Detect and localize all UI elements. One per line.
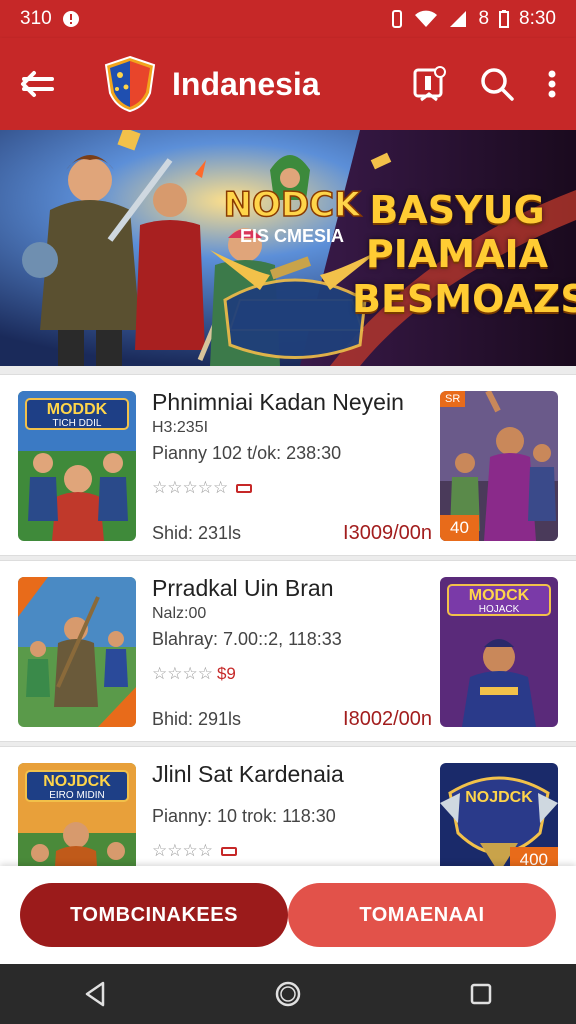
- banner-heading-line1: BASYUG: [369, 188, 545, 232]
- battery-level: 8: [478, 8, 490, 29]
- banner-logo-line1: NODCK: [224, 185, 363, 225]
- card-price: I3009/00n: [343, 522, 432, 544]
- rating-row: ☆☆☆☆ $9: [152, 664, 432, 684]
- nav-back-button[interactable]: [83, 981, 107, 1007]
- vibrate-icon: [392, 10, 403, 28]
- app-actions: [412, 66, 556, 102]
- search-button[interactable]: [480, 67, 514, 101]
- list-item[interactable]: Prradkal Uin Bran Nalz:00 Blahray: 7.00:…: [0, 560, 576, 742]
- card-price: I8002/00n: [343, 708, 432, 730]
- home-circle-icon: [275, 981, 301, 1007]
- nav-recents-button[interactable]: [469, 982, 493, 1006]
- alert-icon: [62, 11, 79, 27]
- rating-extra: $9: [216, 664, 236, 683]
- card-meta-1: H3:235I: [152, 419, 209, 436]
- tag-icon: [220, 846, 237, 856]
- card-footer: Bhid: 291ls I8002/00n: [152, 708, 432, 731]
- recents-square-icon: [470, 983, 491, 1005]
- back-arrow-icon: [21, 71, 54, 97]
- count-badge: 40: [440, 515, 479, 541]
- card-shid: Bhid: 291ls: [152, 709, 242, 729]
- battery-icon: [499, 10, 510, 28]
- status-right: 8 8:30: [390, 8, 556, 30]
- thumb-logo-subtext: TICH DDIL: [52, 418, 102, 429]
- rating-row: ☆☆☆☆☆: [152, 478, 432, 498]
- card-title: Jlinl Sat Kardenaia: [152, 761, 344, 787]
- corner-badge: SR: [440, 391, 466, 407]
- thumb-logo-subtext: HOJACK: [478, 604, 520, 615]
- app-logo: [104, 55, 156, 113]
- status-clock: 8:30: [519, 8, 556, 29]
- thumb-logo-text: NOJDCK: [465, 789, 533, 806]
- card-body: Phnimniai Kadan Neyein H3:235I Pіanny 10…: [152, 389, 432, 545]
- back-triangle-icon: [86, 981, 105, 1007]
- game-preview-image: MODCK HOJACK: [440, 577, 558, 727]
- banner-logo-line2: EIS CMESIA: [240, 226, 344, 246]
- card-shid: Shid: 231ls: [152, 523, 242, 543]
- back-button[interactable]: [20, 70, 54, 98]
- card-meta-1: Nalz:00: [152, 605, 207, 622]
- card-meta-2: Blahray: 7.00::2, 118:33: [152, 629, 342, 649]
- tag-icon: [236, 483, 253, 493]
- game-thumbnail: [18, 577, 136, 727]
- banner-heading-line3: BESMOAZSA: [352, 276, 576, 321]
- secondary-action-button[interactable]: TOMAENAAI: [288, 883, 556, 947]
- bookmark-icon: [413, 66, 446, 102]
- status-time-left: 310: [20, 8, 52, 29]
- thumb-logo-text: MODDK: [46, 401, 108, 418]
- bottom-action-bar: TOMBCINAKEES TOMAENAAI: [0, 866, 576, 964]
- card-footer: Shid: 231ls I3009/00n: [152, 522, 432, 545]
- more-vert-icon: [548, 70, 556, 98]
- search-icon: [481, 68, 514, 101]
- more-button[interactable]: [548, 70, 556, 98]
- app-bar: Indanesia: [0, 38, 576, 130]
- list-item[interactable]: MODDK TICH DDIL Phnimniai Kadan Neyein H…: [0, 374, 576, 556]
- thumb-logo-text: MODCK: [468, 587, 530, 604]
- card-title: Phnimniai Kadan Neyein: [152, 389, 404, 415]
- signal-icon: [450, 11, 467, 27]
- status-left: 310: [20, 8, 80, 30]
- star-rating-icon: ☆☆☆☆: [152, 664, 213, 683]
- app-title: Indanesia: [172, 65, 320, 102]
- promo-banner[interactable]: NODCK EIS CMESIA BASYUG PIAMAIA BESMOAZS…: [0, 130, 576, 366]
- star-rating-icon: ☆☆☆☆: [152, 841, 213, 860]
- thumb-logo-subtext: EIRO MIDIN: [49, 790, 105, 801]
- nav-home-button[interactable]: [274, 980, 302, 1008]
- star-rating-icon: ☆☆☆☆☆: [152, 478, 229, 497]
- bookmark-button[interactable]: [412, 66, 446, 102]
- game-preview-image: SR 40: [440, 391, 558, 541]
- banner-heading: BASYUG PIAMAIA BESMOAZSA: [352, 188, 576, 321]
- banner-heading-line2: PIAMAIA: [365, 232, 549, 277]
- card-body: Prradkal Uin Bran Nalz:00 Blahray: 7.00:…: [152, 575, 432, 731]
- rating-row: ☆☆☆☆: [152, 841, 432, 861]
- wifi-icon: [415, 10, 438, 27]
- primary-action-button[interactable]: TOMBCINAKEES: [20, 883, 288, 947]
- status-bar: 310 8 8:30: [0, 0, 576, 38]
- game-thumbnail: MODDK TICH DDIL: [18, 391, 136, 541]
- shield-logo-icon: [104, 55, 156, 113]
- card-title: Prradkal Uin Bran: [152, 575, 334, 601]
- thumb-logo-text: NOJDCK: [43, 773, 111, 790]
- system-nav-bar: [0, 964, 576, 1024]
- card-meta-2: Pіanny: 10 trok: 118:30: [152, 806, 336, 826]
- card-meta-2: Pіanny 102 t/ok: 238:30: [152, 443, 342, 463]
